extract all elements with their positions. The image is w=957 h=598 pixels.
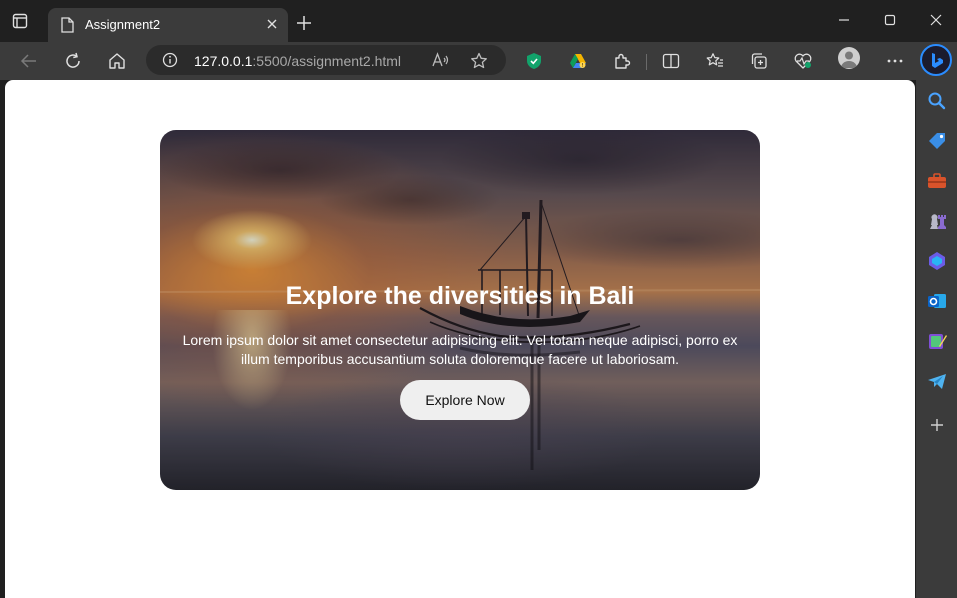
url-text[interactable]: 127.0.0.1:5500/assignment2.html	[194, 53, 401, 69]
browser-tab[interactable]: Assignment2	[48, 8, 288, 42]
hero-title: Explore the diversities in Bali	[285, 282, 635, 310]
favorite-icon[interactable]	[470, 52, 488, 75]
games-icon[interactable]	[926, 210, 948, 232]
hero-card: Explore the diversities in Bali Lorem ip…	[160, 130, 760, 490]
close-window-icon[interactable]	[930, 13, 942, 32]
tab-title: Assignment2	[85, 17, 161, 32]
bing-copilot-icon[interactable]	[920, 44, 952, 76]
more-icon[interactable]	[884, 50, 906, 72]
search-icon[interactable]	[926, 90, 948, 112]
page-viewport: Explore the diversities in Bali Lorem ip…	[5, 80, 915, 598]
shield-extension-icon[interactable]	[523, 50, 545, 72]
performance-icon[interactable]	[792, 50, 814, 72]
minimize-icon[interactable]	[838, 13, 850, 32]
url-host: 127.0.0.1	[194, 53, 253, 69]
tab-close-icon[interactable]	[265, 17, 279, 36]
shopping-icon[interactable]	[926, 130, 948, 152]
home-icon[interactable]	[106, 50, 128, 72]
address-bar[interactable]: 127.0.0.1:5500/assignment2.html	[146, 45, 506, 75]
maximize-icon[interactable]	[884, 13, 896, 32]
read-aloud-icon[interactable]	[432, 52, 450, 73]
profile-avatar[interactable]	[838, 47, 860, 69]
designer-icon[interactable]	[926, 330, 948, 352]
collections-icon[interactable]	[748, 50, 770, 72]
add-icon[interactable]	[926, 414, 948, 436]
url-path: :5500/assignment2.html	[252, 53, 402, 69]
tab-actions-icon[interactable]	[12, 13, 38, 37]
page-icon	[60, 17, 74, 38]
explore-now-button[interactable]: Explore Now	[400, 380, 530, 420]
outlook-icon[interactable]	[926, 290, 948, 312]
favorites-icon[interactable]	[704, 50, 726, 72]
extensions-icon[interactable]	[611, 50, 633, 72]
refresh-icon[interactable]	[62, 50, 84, 72]
title-bar: Assignment2	[0, 0, 957, 42]
toolbar-divider	[646, 54, 647, 70]
svg-text:!: !	[581, 63, 583, 69]
hero-description: Lorem ipsum dolor sit amet consectetur a…	[182, 332, 738, 367]
drive-extension-icon[interactable]: !	[567, 50, 589, 72]
tools-icon[interactable]	[926, 170, 948, 192]
site-info-icon[interactable]	[162, 52, 178, 73]
telegram-icon[interactable]	[926, 370, 948, 392]
split-screen-icon[interactable]	[660, 50, 682, 72]
back-icon[interactable]	[18, 50, 40, 72]
new-tab-icon[interactable]	[296, 15, 312, 36]
browser-toolbar: 127.0.0.1:5500/assignment2.html !	[0, 42, 957, 80]
copilot-icon[interactable]	[926, 250, 948, 272]
